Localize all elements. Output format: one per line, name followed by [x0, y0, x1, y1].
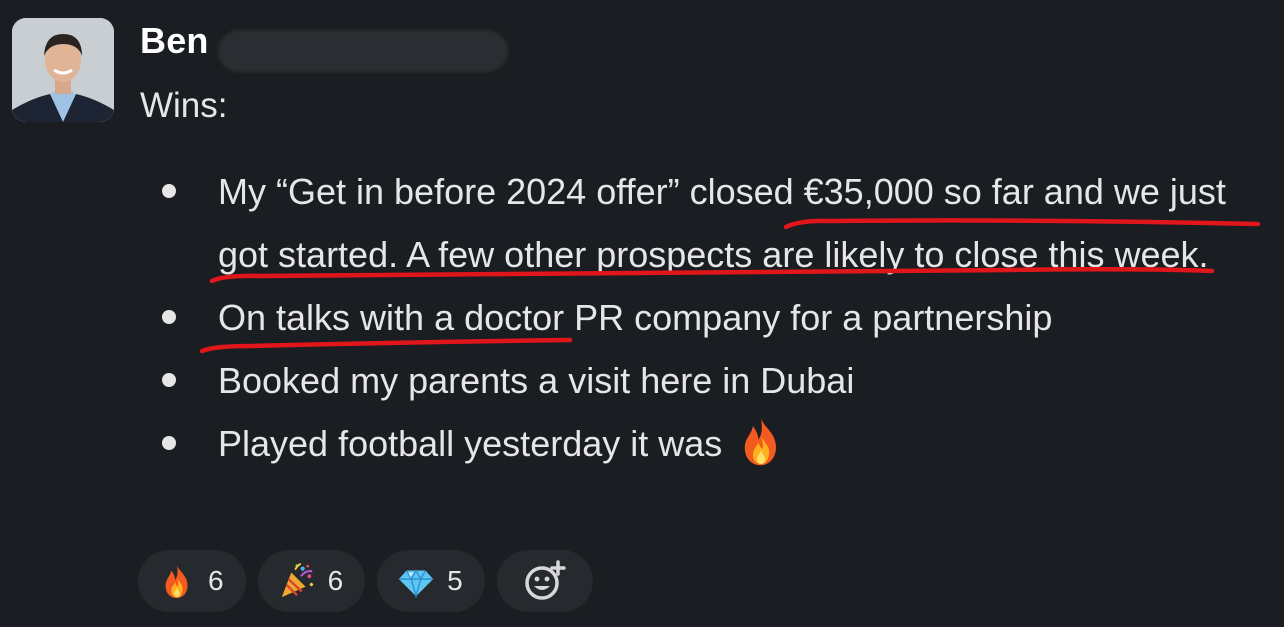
bullet-icon: [162, 184, 176, 198]
reaction-fire[interactable]: 6: [138, 550, 246, 612]
bullet-icon: [162, 436, 176, 450]
list-item-text: My “Get in before 2024 offer” closed €35…: [218, 171, 1226, 275]
list-item-text: Booked my parents a visit here in Dubai: [218, 360, 855, 401]
fire-icon: [745, 418, 777, 466]
party-popper-icon: [281, 562, 313, 598]
list-item: My “Get in before 2024 offer” closed €35…: [158, 160, 1268, 286]
reaction-gem[interactable]: 5: [377, 550, 485, 612]
reactions-bar: 6 6 5: [138, 550, 593, 612]
list-item-text: On talks with a doctor PR company for a …: [218, 297, 1053, 338]
add-reaction-icon: [524, 560, 566, 600]
avatar-photo: [12, 18, 114, 122]
reaction-count: 5: [447, 565, 463, 596]
message-author[interactable]: Ben: [140, 20, 209, 62]
add-reaction-button[interactable]: [496, 550, 593, 612]
avatar[interactable]: [12, 18, 114, 122]
list-item: Played football yesterday it was: [158, 412, 1268, 475]
message-bullet-list: My “Get in before 2024 offer” closed €35…: [158, 160, 1268, 475]
gem-icon: [399, 569, 434, 599]
message-heading: Wins:: [140, 86, 228, 125]
reaction-count: 6: [208, 565, 224, 596]
redacted-surname: [218, 30, 508, 72]
reaction-party-popper[interactable]: 6: [257, 550, 366, 612]
fire-icon: [165, 564, 188, 599]
reaction-count: 6: [327, 565, 344, 596]
bullet-icon: [162, 310, 176, 324]
list-item-text: Played football yesterday it was: [218, 423, 723, 464]
bullet-icon: [162, 373, 176, 387]
list-item: Booked my parents a visit here in Dubai: [158, 349, 1268, 412]
list-item: On talks with a doctor PR company for a …: [158, 286, 1268, 349]
